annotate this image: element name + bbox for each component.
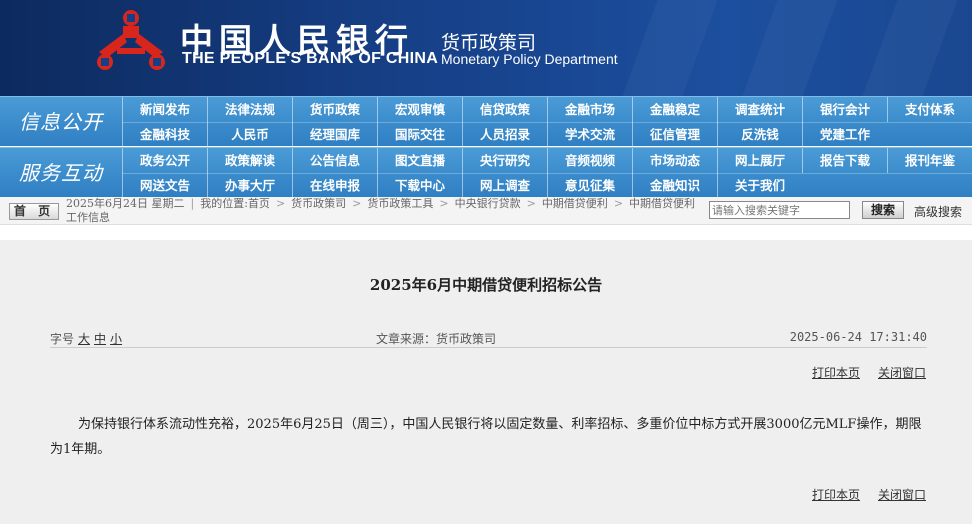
department-name-en: Monetary Policy Department: [441, 51, 618, 67]
separator: |: [190, 197, 195, 210]
font-size-small-button[interactable]: 小: [110, 332, 122, 346]
nav-item[interactable]: 经理国库: [292, 122, 377, 147]
nav-item[interactable]: 法律法规: [207, 97, 292, 122]
separator: >: [613, 197, 624, 210]
nav-item[interactable]: 报刊年鉴: [887, 148, 972, 173]
nav-item[interactable]: 图文直播: [377, 148, 462, 173]
nav-item[interactable]: 新闻发布: [122, 97, 207, 122]
publish-time: 2025-06-24 17:31:40: [789, 330, 927, 344]
site-header: 中国人民银行 THE PEOPLE'S BANK OF CHINA 货币政策司 …: [0, 0, 972, 96]
nav-item[interactable]: 下载中心: [377, 173, 462, 198]
separator: >: [439, 197, 449, 210]
nav-item[interactable]: 宏观审慎: [377, 97, 462, 122]
nav-service-interaction: 服务互动 政务公开 政策解读 公告信息 图文直播 央行研究 音频视频 市场动态 网上展厅 报告下…: [0, 147, 972, 198]
nav-item[interactable]: 反洗钱: [717, 122, 802, 147]
separator: >: [526, 197, 536, 210]
advanced-search-link[interactable]: 高级搜索: [914, 203, 962, 220]
nav-item[interactable]: 关于我们: [717, 173, 802, 198]
nav-item[interactable]: 金融科技: [122, 122, 207, 147]
nav-item[interactable]: 市场动态: [632, 148, 717, 173]
breadcrumb-bar: 首 页 2025年6月24日 星期二 | 我的位置:首页 > 货币政策司 > 货币政策工具 >…: [0, 197, 972, 225]
nav-item[interactable]: 征信管理: [632, 122, 717, 147]
breadcrumb-item-monetary-policy-dept[interactable]: 货币政策司: [291, 197, 346, 210]
nav-section-title: 信息公开: [19, 110, 103, 134]
nav-item[interactable]: 支付体系: [887, 97, 972, 122]
header-decoration: [622, 0, 718, 96]
article-title: 2025年6月中期借贷便利招标公告: [369, 276, 603, 294]
print-button[interactable]: 打印本页: [812, 366, 860, 380]
nav-item[interactable]: 党建工作: [802, 122, 887, 147]
bank-name-en: THE PEOPLE'S BANK OF CHINA: [182, 50, 439, 67]
article-actions: 打印本页 关闭窗口: [794, 364, 926, 381]
nav-item[interactable]: 政务公开: [122, 148, 207, 173]
location-label: 我的位置:: [200, 197, 248, 210]
breadcrumb-item-central-bank-loans[interactable]: 中央银行贷款: [455, 197, 521, 210]
separator: >: [352, 197, 362, 210]
nav-item[interactable]: 在线申报: [292, 173, 377, 198]
font-size-medium-button[interactable]: 中: [94, 332, 106, 346]
breadcrumb-item-policy-tools[interactable]: 货币政策工具: [367, 197, 433, 210]
nav-item[interactable]: 货币政策: [292, 97, 377, 122]
nav-item[interactable]: 金融市场: [547, 97, 632, 122]
nav-item[interactable]: 政策解读: [207, 148, 292, 173]
nav-item[interactable]: 音频视频: [547, 148, 632, 173]
nav-item[interactable]: 调查统计: [717, 97, 802, 122]
pboc-logo-icon[interactable]: [93, 8, 169, 75]
nav-item[interactable]: 信贷政策: [462, 97, 547, 122]
header-decoration: [862, 0, 958, 96]
nav-grid: 政务公开 政策解读 公告信息 图文直播 央行研究 音频视频 市场动态 网上展厅 报告下载 报刊年鉴…: [122, 148, 972, 198]
nav-item[interactable]: 央行研究: [462, 148, 547, 173]
breadcrumb-item-mlf[interactable]: 中期借贷便利: [542, 197, 608, 210]
nav-item[interactable]: 银行会计: [802, 97, 887, 122]
font-size-control: 字号大中小: [50, 330, 122, 347]
nav-item[interactable]: 金融知识: [632, 173, 717, 198]
article-actions: 打印本页 关闭窗口: [794, 486, 926, 503]
nav-item[interactable]: 报告下载: [802, 148, 887, 173]
nav-item[interactable]: 意见征集: [547, 173, 632, 198]
nav-item[interactable]: 公告信息: [292, 148, 377, 173]
close-window-button[interactable]: 关闭窗口: [878, 366, 926, 380]
search-button[interactable]: 搜索: [862, 201, 904, 219]
search-input[interactable]: [709, 201, 850, 219]
nav-item[interactable]: 人民币: [207, 122, 292, 147]
nav-item[interactable]: 学术交流: [547, 122, 632, 147]
article-meta: 字号大中小 文章来源：货币政策司 2025-06-24 17:31:40: [50, 328, 927, 348]
nav-item[interactable]: 办事大厅: [207, 173, 292, 198]
breadcrumb-item-home[interactable]: 首页: [248, 197, 270, 210]
header-decoration: [742, 0, 838, 96]
nav-item[interactable]: 网上展厅: [717, 148, 802, 173]
nav-section-title: 服务互动: [19, 161, 103, 185]
print-button[interactable]: 打印本页: [812, 488, 860, 502]
nav-item[interactable]: 网送文告: [122, 173, 207, 198]
nav-item[interactable]: 网上调查: [462, 173, 547, 198]
nav-grid: 新闻发布 法律法规 货币政策 宏观审慎 信贷政策 金融市场 金融稳定 调查统计 银行会计 支付体系…: [122, 97, 972, 147]
current-date: 2025年6月24日 星期二: [66, 197, 185, 210]
article-panel: 2025年6月中期借贷便利招标公告 字号大中小 文章来源：货币政策司 2025-…: [0, 240, 972, 524]
article-source: 文章来源：货币政策司: [376, 332, 497, 346]
font-size-label: 字号: [50, 332, 75, 346]
close-window-button[interactable]: 关闭窗口: [878, 488, 926, 502]
font-size-large-button[interactable]: 大: [78, 332, 90, 346]
nav-item[interactable]: 国际交往: [377, 122, 462, 147]
nav-item[interactable]: 金融稳定: [632, 97, 717, 122]
nav-info-disclosure: 信息公开 新闻发布 法律法规 货币政策 宏观审慎 信贷政策 金融市场 金融稳定 调查统计 银行会…: [0, 96, 972, 147]
nav-item[interactable]: 人员招录: [462, 122, 547, 147]
article-body: 为保持银行体系流动性充裕，2025年6月25日（周三），中国人民银行将以固定数量…: [50, 417, 922, 457]
home-button[interactable]: 首 页: [9, 203, 59, 220]
separator: >: [275, 197, 286, 210]
breadcrumb: 2025年6月24日 星期二 | 我的位置:首页 > 货币政策司 > 货币政策工具 > 中央银行…: [66, 197, 696, 224]
